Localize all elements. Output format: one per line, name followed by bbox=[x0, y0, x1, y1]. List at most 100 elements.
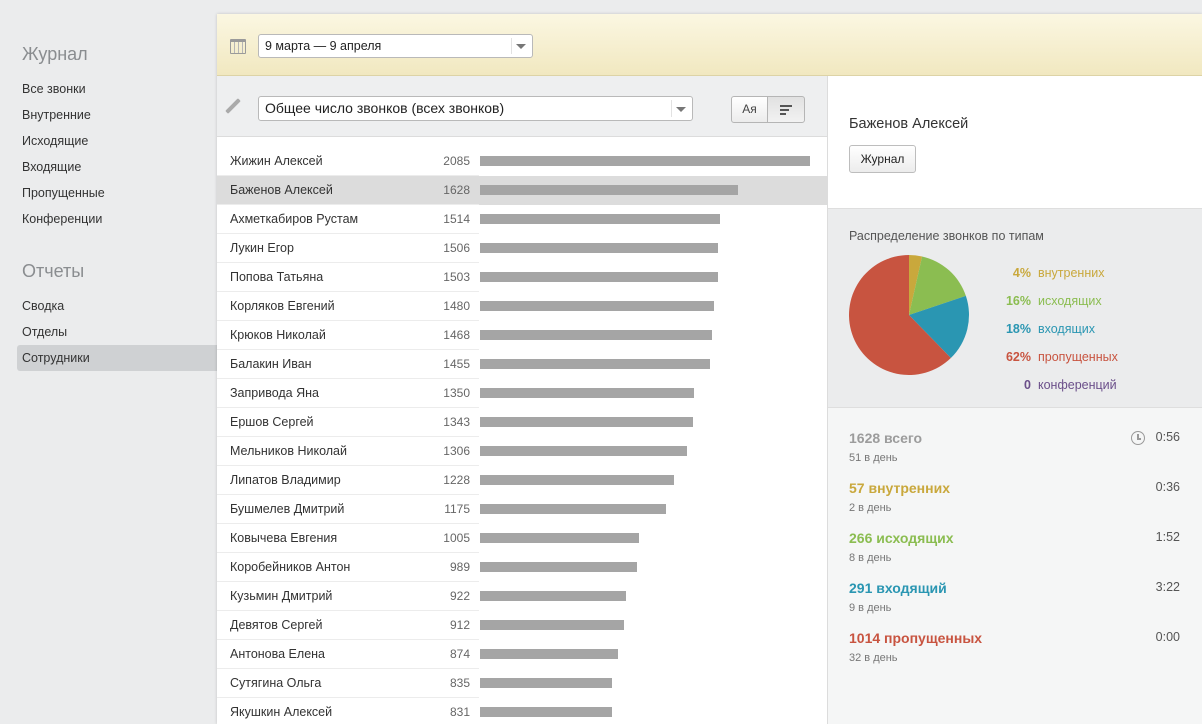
table-row[interactable]: Бушмелев Дмитрий 1175 bbox=[217, 495, 827, 524]
table-row[interactable]: Мельников Николай 1306 bbox=[217, 437, 827, 466]
table-row[interactable]: Ершов Сергей 1343 bbox=[217, 408, 827, 437]
stat-avg-duration: 0:00 bbox=[1155, 630, 1180, 644]
call-count-bar bbox=[480, 533, 639, 543]
stat-count: 266 исходящих bbox=[849, 530, 954, 546]
call-count-bar bbox=[480, 359, 710, 369]
metric-value: Общее число звонков (всех звонков) bbox=[265, 100, 505, 116]
call-count-bar bbox=[480, 301, 714, 311]
table-row[interactable]: Якушкин Алексей 831 bbox=[217, 698, 827, 724]
employee-name-label: Лукин Егор bbox=[230, 241, 294, 255]
call-count-label: 1503 bbox=[443, 270, 470, 284]
table-row[interactable]: Ковычева Евгения 1005 bbox=[217, 524, 827, 553]
employee-name-label: Антонова Елена bbox=[230, 647, 325, 661]
table-row[interactable]: Лукин Егор 1506 bbox=[217, 234, 827, 263]
sidebar-item-incoming[interactable]: Входящие bbox=[17, 154, 217, 180]
journal-button[interactable]: Журнал bbox=[849, 145, 916, 173]
sidebar-item-missed[interactable]: Пропущенные bbox=[17, 180, 217, 206]
table-row[interactable]: Жижин Алексей 2085 bbox=[217, 147, 827, 176]
call-count-label: 912 bbox=[449, 618, 470, 632]
calendar-icon[interactable] bbox=[230, 39, 246, 54]
sort-lines-icon bbox=[780, 103, 792, 117]
employee-name-label: Балакин Иван bbox=[230, 357, 312, 371]
table-row[interactable]: Запривода Яна 1350 bbox=[217, 379, 827, 408]
chevron-down-icon bbox=[516, 44, 526, 49]
stat-outgoing: 266 исходящих 8 в день 1:52 bbox=[849, 530, 1189, 580]
table-row[interactable]: Девятов Сергей 912 bbox=[217, 611, 827, 640]
employee-name-label: Сутягина Ольга bbox=[230, 676, 322, 690]
table-row[interactable]: Коробейников Антон 989 bbox=[217, 553, 827, 582]
metric-select[interactable]: Общее число звонков (всех звонков) bbox=[258, 96, 693, 121]
employee-name-label: Корляков Евгений bbox=[230, 299, 335, 313]
sort-by-value-button[interactable] bbox=[767, 96, 805, 123]
date-range-select[interactable]: 9 марта — 9 апреля bbox=[258, 34, 533, 58]
pie-title: Распределение звонков по типам bbox=[849, 229, 1044, 243]
table-row[interactable]: Крюков Николай 1468 bbox=[217, 321, 827, 350]
legend-label: входящих bbox=[1038, 322, 1096, 336]
stat-per-day: 9 в день bbox=[849, 602, 892, 614]
call-count-label: 1514 bbox=[443, 212, 470, 226]
call-count-bar bbox=[480, 330, 712, 340]
employee-name-label: Ковычева Евгения bbox=[230, 531, 338, 545]
legend-item-missed: 62% пропущенных bbox=[988, 350, 1158, 378]
stat-count: 57 внутренних bbox=[849, 480, 950, 496]
call-count-label: 1628 bbox=[443, 183, 470, 197]
call-count-label: 835 bbox=[449, 676, 470, 690]
employee-bar-list: Жижин Алексей 2085 Баженов Алексей 1628 Ахме… bbox=[217, 147, 827, 724]
table-row[interactable]: Ахметкабиров Рустам 1514 bbox=[217, 205, 827, 234]
call-count-bar bbox=[480, 504, 666, 514]
reports-heading: Отчеты bbox=[22, 261, 85, 281]
sidebar-item-summary[interactable]: Сводка bbox=[17, 293, 217, 319]
table-row[interactable]: Кузьмин Дмитрий 922 bbox=[217, 582, 827, 611]
stat-count: 291 входящий bbox=[849, 580, 947, 596]
table-row[interactable]: Попова Татьяна 1503 bbox=[217, 263, 827, 292]
sidebar-item-employees[interactable]: Сотрудники bbox=[17, 345, 217, 371]
employee-detail-panel: Баженов Алексей Журнал Распределение зво… bbox=[827, 76, 1202, 724]
employee-list-area: Общее число звонков (всех звонков) Aя Жи… bbox=[217, 76, 827, 724]
sidebar-item-departments[interactable]: Отделы bbox=[17, 319, 217, 345]
call-count-label: 1468 bbox=[443, 328, 470, 342]
table-row[interactable]: Липатов Владимир 1228 bbox=[217, 466, 827, 495]
legend-percent: 62% bbox=[1005, 350, 1031, 364]
table-row[interactable]: Сутягина Ольга 835 bbox=[217, 669, 827, 698]
select-divider bbox=[511, 38, 512, 54]
pencil-icon[interactable] bbox=[225, 98, 241, 114]
stat-avg-duration: 1:52 bbox=[1155, 530, 1180, 544]
sort-alphabetical-button[interactable]: Aя bbox=[731, 96, 768, 123]
legend-percent: 16% bbox=[1005, 294, 1031, 308]
pie-legend: 4% внутренних 16% исходящих 18% входящих 62% пр… bbox=[988, 266, 1158, 406]
stat-total: 1628 всего 51 в день 0:56 bbox=[849, 430, 1189, 480]
journal-heading: Журнал bbox=[22, 44, 88, 64]
sidebar-item-outgoing[interactable]: Исходящие bbox=[17, 128, 217, 154]
sidebar-item-internal[interactable]: Внутренние bbox=[17, 102, 217, 128]
call-count-bar bbox=[480, 446, 687, 456]
stat-missed: 1014 пропущенных 32 в день 0:00 bbox=[849, 630, 1189, 680]
table-row[interactable]: Корляков Евгений 1480 bbox=[217, 292, 827, 321]
table-row[interactable]: Антонова Елена 874 bbox=[217, 640, 827, 669]
legend-label: исходящих bbox=[1038, 294, 1102, 308]
legend-label: пропущенных bbox=[1038, 350, 1118, 364]
call-count-label: 1350 bbox=[443, 386, 470, 400]
stat-avg-duration: 0:36 bbox=[1155, 480, 1180, 494]
employee-name-label: Коробейников Антон bbox=[230, 560, 351, 574]
stat-internal: 57 внутренних 2 в день 0:36 bbox=[849, 480, 1189, 530]
sidebar-item-all-calls[interactable]: Все звонки bbox=[17, 76, 217, 102]
call-type-distribution: Распределение звонков по типам 4% внутрен… bbox=[828, 208, 1202, 408]
detail-header: Баженов Алексей Журнал bbox=[828, 76, 1202, 208]
stat-per-day: 51 в день bbox=[849, 452, 898, 464]
employee-name: Баженов Алексей bbox=[849, 116, 969, 132]
call-count-bar bbox=[480, 591, 626, 601]
legend-label: внутренних bbox=[1038, 266, 1105, 280]
table-row[interactable]: Балакин Иван 1455 bbox=[217, 350, 827, 379]
call-count-label: 1343 bbox=[443, 415, 470, 429]
legend-item-incoming: 18% входящих bbox=[988, 322, 1158, 350]
table-row[interactable]: Баженов Алексей 1628 bbox=[217, 176, 827, 205]
call-count-label: 1175 bbox=[444, 502, 470, 516]
legend-item-internal: 4% внутренних bbox=[988, 266, 1158, 294]
stat-count: 1628 всего bbox=[849, 430, 923, 446]
legend-label: конференций bbox=[1038, 378, 1117, 392]
sort-alpha-label: Aя bbox=[742, 102, 757, 116]
stat-per-day: 2 в день bbox=[849, 502, 892, 514]
call-count-label: 1005 bbox=[443, 531, 470, 545]
call-count-bar bbox=[480, 562, 637, 572]
sidebar-item-conferences[interactable]: Конференции bbox=[17, 206, 217, 232]
